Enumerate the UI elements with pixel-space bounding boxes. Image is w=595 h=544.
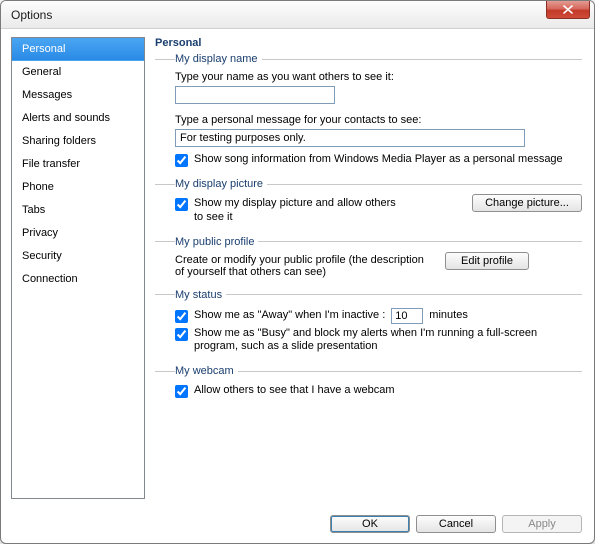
sidebar-item-filetransfer[interactable]: File transfer (12, 153, 144, 176)
page-title: Personal (155, 37, 582, 49)
options-window: Options Personal General Messages Alerts… (0, 0, 595, 544)
busy-checkbox[interactable] (175, 328, 188, 341)
sidebar-item-security[interactable]: Security (12, 245, 144, 268)
group-status-legend: My status (175, 289, 226, 301)
show-picture-label: Show my display picture and allow others… (194, 197, 404, 225)
group-display-picture-legend: My display picture (175, 178, 267, 190)
display-name-input[interactable] (175, 86, 335, 104)
group-display-name: My display name Type your name as you wa… (155, 53, 582, 172)
busy-label: Show me as "Busy" and block my alerts wh… (194, 327, 582, 355)
group-webcam: My webcam Allow others to see that I hav… (155, 365, 582, 403)
titlebar: Options (1, 1, 594, 29)
window-title: Options (11, 8, 52, 22)
content-area: Personal General Messages Alerts and sou… (1, 29, 594, 507)
group-status: My status Show me as "Away" when I'm ina… (155, 289, 582, 360)
ok-button[interactable]: OK (330, 515, 410, 533)
change-picture-button[interactable]: Change picture... (472, 194, 582, 212)
sidebar-item-personal[interactable]: Personal (12, 38, 144, 61)
sidebar-item-tabs[interactable]: Tabs (12, 199, 144, 222)
close-icon (563, 5, 573, 14)
group-webcam-legend: My webcam (175, 365, 238, 377)
song-info-checkbox[interactable] (175, 154, 188, 167)
cancel-button[interactable]: Cancel (416, 515, 496, 533)
song-info-label: Show song information from Windows Media… (194, 153, 582, 167)
close-button[interactable] (546, 1, 590, 19)
sidebar-item-connection[interactable]: Connection (12, 268, 144, 291)
away-checkbox[interactable] (175, 310, 188, 323)
sidebar-item-phone[interactable]: Phone (12, 176, 144, 199)
edit-profile-button[interactable]: Edit profile (445, 252, 529, 270)
show-picture-checkbox[interactable] (175, 198, 188, 211)
category-sidebar: Personal General Messages Alerts and sou… (11, 37, 145, 499)
sidebar-item-general[interactable]: General (12, 61, 144, 84)
dialog-footer: OK Cancel Apply (1, 507, 594, 543)
sidebar-item-sharing[interactable]: Sharing folders (12, 130, 144, 153)
sidebar-item-privacy[interactable]: Privacy (12, 222, 144, 245)
group-public-profile-legend: My public profile (175, 236, 258, 248)
main-panel: Personal My display name Type your name … (155, 37, 584, 499)
public-profile-desc: Create or modify your public profile (th… (175, 254, 435, 278)
webcam-label: Allow others to see that I have a webcam (194, 384, 582, 398)
away-label-pre: Show me as "Away" when I'm inactive : (194, 309, 385, 323)
personal-msg-label: Type a personal message for your contact… (175, 114, 582, 126)
group-display-name-legend: My display name (175, 53, 262, 65)
name-label: Type your name as you want others to see… (175, 71, 582, 83)
away-minutes-input[interactable] (391, 308, 423, 324)
group-display-picture: My display picture Show my display pictu… (155, 178, 582, 230)
webcam-checkbox[interactable] (175, 385, 188, 398)
personal-message-input[interactable] (175, 129, 525, 147)
away-label-post: minutes (429, 309, 468, 323)
group-public-profile: My public profile Create or modify your … (155, 236, 582, 283)
sidebar-item-alerts[interactable]: Alerts and sounds (12, 107, 144, 130)
sidebar-item-messages[interactable]: Messages (12, 84, 144, 107)
apply-button[interactable]: Apply (502, 515, 582, 533)
